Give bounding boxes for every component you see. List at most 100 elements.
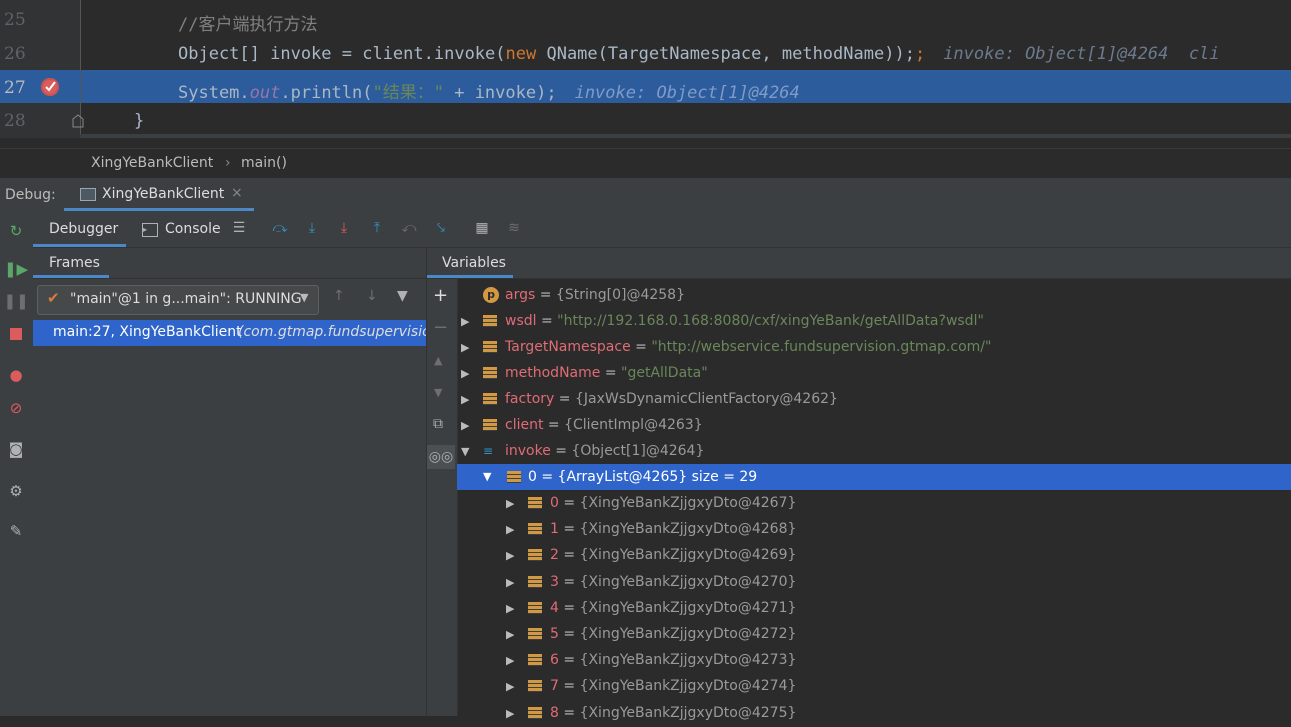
array-element-row[interactable]: ▶ 0 = {XingYeBankZjjgxyDto@4267} [506,490,796,516]
array-element-row[interactable]: ▶ 5 = {XingYeBankZjjgxyDto@4272} [506,621,796,647]
pause-icon[interactable]: ❚❚ [3,291,28,311]
run-to-cursor-icon[interactable]: ⤥ [430,217,452,239]
debug-tab-title: XingYeBankClient [102,186,225,202]
close-tab-icon[interactable]: × [231,185,243,201]
expand-icon[interactable]: ▶ [506,491,520,517]
resume-icon[interactable]: ❚▶ [4,259,28,279]
element-value: {XingYeBankZjjgxyDto@4269} [579,547,797,564]
array-element-row[interactable]: ▶ 3 = {XingYeBankZjjgxyDto@4270} [506,569,796,595]
expand-icon[interactable]: ▶ [506,622,520,648]
add-watch-icon[interactable]: + [433,285,448,306]
evaluate-expression-icon[interactable]: ▦ [471,217,493,239]
array-element-row[interactable]: ▶ 2 = {XingYeBankZjjgxyDto@4269} [506,542,796,568]
breadcrumb-method[interactable]: main() [241,155,287,171]
move-down-icon[interactable]: ▼ [434,386,442,399]
camera-icon[interactable]: ◙ [6,439,26,459]
expand-icon[interactable]: ▶ [461,309,475,335]
stack-frame-row[interactable]: main:27, XingYeBankClient (com.gtmap.fun… [33,320,426,346]
drop-frame-icon[interactable]: ⤺ [398,217,420,239]
expand-icon[interactable]: ▶ [506,543,520,569]
collapse-icon[interactable]: ▼ [461,439,475,465]
line-number: 26 [4,44,26,64]
expand-icon[interactable]: ▶ [506,517,520,543]
expand-icon[interactable]: ▶ [506,596,520,622]
equals-sign: = [558,495,580,511]
settings-icon[interactable]: ⚙ [6,481,26,501]
array-element-row[interactable]: ▶ 4 = {XingYeBankZjjgxyDto@4271} [506,595,796,621]
step-into-icon[interactable]: ⤓ [301,217,323,239]
variable-row[interactable]: ▼ ≡ invoke = {Object[1]@4264} [461,438,704,464]
line-number: 28 [4,111,26,131]
element-value: {XingYeBankZjjgxyDto@4274} [579,678,797,695]
thread-selector[interactable]: ✔ "main"@1 in g...main": RUNNING ▼ [37,285,319,315]
trace-stream-icon[interactable]: ≋ [503,217,525,239]
chevron-down-icon: ▼ [300,291,309,304]
debug-session-tab[interactable]: XingYeBankClient × [64,178,254,211]
array-element-row[interactable]: ▶ 1 = {XingYeBankZjjgxyDto@4268} [506,516,796,542]
tab-debugger[interactable]: Debugger [33,211,126,247]
equals-sign: = [558,521,580,538]
code-line-26: Object[] invoke = client.invoke(new QNam… [178,44,1220,64]
field-icon [528,680,542,693]
stop-icon[interactable] [6,324,26,344]
step-out-icon[interactable]: ⤒ [366,217,388,239]
field-icon [528,601,542,614]
element-index: 1 [550,521,559,538]
thread-label: "main"@1 in g...main": RUNNING [70,291,302,307]
previous-frame-icon[interactable]: ↑ [333,288,345,304]
next-frame-icon[interactable]: ↓ [366,288,378,304]
variable-row[interactable]: p args = {String[0]@4258} [483,282,685,308]
selected-variable-row[interactable]: ▼ 0 = {ArrayList@4265} size = 29 [457,464,1291,490]
field-icon [528,575,542,588]
collapse-icon[interactable]: ▼ [483,464,491,490]
parameter-icon: p [483,287,499,303]
move-up-icon[interactable]: ▲ [434,354,442,367]
element-index: 8 [550,704,559,721]
selected-variable-label: 0 = {ArrayList@4265} size = 29 [528,469,758,485]
frame-name: main:27, XingYeBankClient [53,324,242,340]
expand-icon[interactable]: ▶ [461,387,475,413]
mute-breakpoints-icon[interactable]: ⊘ [6,398,26,418]
breakpoint-icon[interactable] [41,78,59,96]
expand-icon[interactable]: ▶ [461,335,475,361]
expand-icon[interactable]: ▶ [461,361,475,387]
glasses-icon[interactable]: ◎◎ [427,445,455,469]
variable-row[interactable]: ▶ TargetNamespace = "http://webservice.fu… [461,334,991,360]
field-icon [483,367,497,379]
rerun-icon[interactable]: ↻ [6,221,26,241]
expand-icon[interactable]: ▶ [506,570,520,596]
filter-icon[interactable]: ▼ [397,288,408,304]
fold-icon[interactable] [72,114,84,128]
breadcrumb-class[interactable]: XingYeBankClient [91,155,213,171]
field-icon [528,523,542,536]
view-breakpoints-icon[interactable]: ● [6,365,26,385]
array-element-row[interactable]: ▶ 7 = {XingYeBankZjjgxyDto@4274} [506,673,796,699]
expand-icon[interactable]: ▶ [461,413,475,439]
array-element-row[interactable]: ▶ 8 = {XingYeBankZjjgxyDto@4275} [506,700,796,726]
variable-row[interactable]: ▶ factory = {JaxWsDynamicClientFactory@42… [461,386,838,412]
layout-menu-icon[interactable]: ☰ [228,217,250,239]
remove-watch-icon[interactable]: − [433,317,448,338]
line-number: 27 [4,78,26,98]
copy-icon[interactable]: ⧉ [433,416,443,432]
variable-row[interactable]: ▶ client = {ClientImpl@4263} [461,412,703,438]
force-step-into-icon[interactable]: ⤓ [333,217,355,239]
field-icon [483,315,497,327]
step-over-icon[interactable]: ⤼ [269,217,291,239]
editor-horizontal-scrollbar[interactable] [80,134,1291,138]
expand-icon[interactable]: ▶ [506,648,520,674]
field-icon [528,706,542,719]
variable-row[interactable]: ▶ wsdl = "http://192.168.0.168:8080/cxf/x… [461,308,984,334]
frames-header: Frames [33,248,426,279]
tab-console[interactable]: ▸ Console [140,211,230,247]
element-index: 0 [550,495,559,511]
field-icon [528,628,542,640]
expand-icon[interactable]: ▶ [506,674,520,700]
variable-row[interactable]: ▶ methodName = "getAllData" [461,360,708,386]
pin-icon[interactable]: ✎ [6,521,26,541]
element-index: 6 [550,652,559,669]
element-value: {XingYeBankZjjgxyDto@4275} [579,704,797,721]
array-element-row[interactable]: ▶ 6 = {XingYeBankZjjgxyDto@4273} [506,647,796,673]
expand-icon[interactable]: ▶ [506,701,520,727]
element-value: {XingYeBankZjjgxyDto@4270} [579,573,797,590]
